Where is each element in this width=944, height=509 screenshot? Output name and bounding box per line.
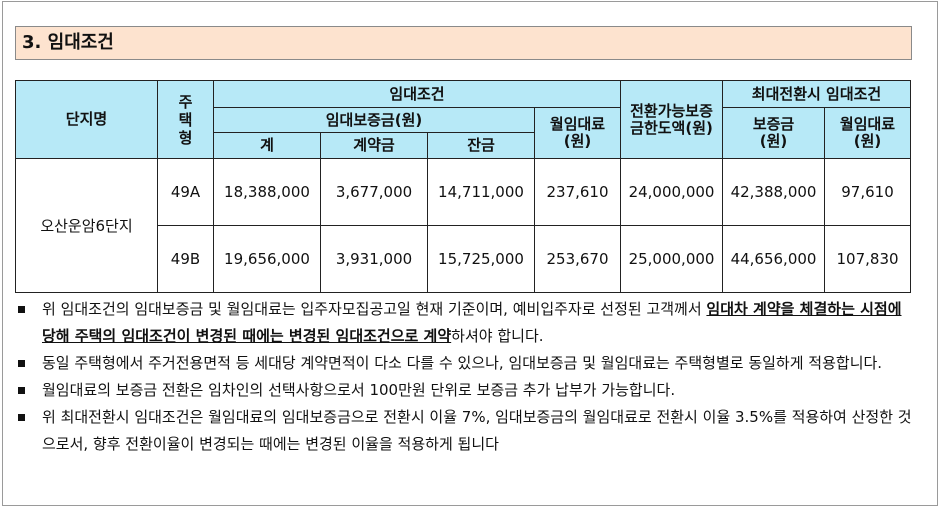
header-rent-conditions: 임대조건	[212, 80, 622, 108]
bullet-square-icon	[18, 387, 25, 394]
header-balance: 잔금	[427, 132, 535, 159]
total-cell: 19,656,000	[213, 225, 321, 293]
total-cell: 18,388,000	[213, 158, 321, 226]
list-item: 동일 주택형에서 주거전용면적 등 세대당 계약면적이 다소 다를 수 있으나,…	[18, 350, 918, 377]
table-row: 오산운암6단지 49A 18,388,000 3,677,000 14,711,…	[15, 158, 912, 293]
bullet-square-icon	[18, 306, 25, 313]
note-4-text: 위 최대전환시 임대조건은 월임대료의 임대보증금으로 전환시 이율 7%, 임…	[42, 408, 912, 453]
list-item: 위 임대조건의 임대보증금 및 월임대료는 입주자모집공고일 현재 기준이며, …	[18, 296, 918, 350]
convertible-cell: 25,000,000	[620, 225, 724, 293]
note-1-end: 하셔야 합니다.	[451, 327, 544, 345]
header-complex-name: 단지명	[15, 80, 158, 159]
list-item: 위 최대전환시 임대조건은 월임대료의 임대보증금으로 전환시 이율 7%, 임…	[18, 404, 918, 458]
header-convertible-deposit-text: 전환가능보증금한도액(원)	[630, 101, 713, 137]
type-cell: 49B	[157, 225, 214, 293]
header-monthly-rent: 월임대료(원)	[533, 107, 622, 159]
complex-name-cell: 오산운암6단지	[15, 158, 158, 293]
header-contract-fee: 계약금	[320, 132, 428, 159]
contract-cell: 3,677,000	[320, 158, 428, 226]
type-cell: 49A	[157, 158, 214, 226]
notes-list: 위 임대조건의 임대보증금 및 월임대료는 입주자모집공고일 현재 기준이며, …	[18, 296, 918, 458]
balance-cell: 14,711,000	[427, 158, 535, 226]
max-monthly-cell: 107,830	[824, 225, 912, 293]
monthly-cell: 237,610	[533, 158, 622, 226]
max-deposit-cell: 44,656,000	[722, 225, 826, 293]
max-monthly-cell: 97,610	[824, 158, 912, 226]
rent-conditions-table: 단지명 주택형 임대조건 전환가능보증금한도액(원) 최대전환시 임대조건 임대…	[15, 80, 912, 293]
header-max-deposit: 보증금(원)	[722, 107, 826, 159]
note-1-text: 위 임대조건의 임대보증금 및 월임대료는 입주자모집공고일 현재 기준이며, …	[42, 300, 707, 318]
header-max-deposit-text: 보증금(원)	[752, 115, 795, 150]
header-total: 계	[213, 132, 321, 159]
header-max-monthly-rent: 월임대료(원)	[824, 107, 912, 159]
note-2-text: 동일 주택형에서 주거전용면적 등 세대당 계약면적이 다소 다를 수 있으나,…	[42, 354, 883, 372]
header-monthly-rent-text: 월임대료(원)	[549, 115, 606, 150]
header-deposit: 임대보증금(원)	[213, 107, 535, 133]
note-3-text: 월임대료의 보증금 전환은 임차인의 선택사항으로서 100만원 단위로 보증금…	[42, 381, 676, 399]
convertible-cell: 24,000,000	[620, 158, 724, 226]
header-max-monthly-rent-text: 월임대료(원)	[839, 115, 896, 150]
header-max-conversion: 최대전환시 임대조건	[722, 80, 912, 108]
max-deposit-cell: 42,388,000	[722, 158, 826, 226]
list-item: 월임대료의 보증금 전환은 임차인의 선택사항으로서 100만원 단위로 보증금…	[18, 377, 918, 404]
header-convertible-deposit: 전환가능보증금한도액(원)	[620, 80, 724, 159]
contract-cell: 3,931,000	[320, 225, 428, 293]
bullet-square-icon	[18, 360, 25, 367]
header-house-type-text: 주택형	[178, 92, 193, 147]
balance-cell: 15,725,000	[427, 225, 535, 293]
bullet-square-icon	[18, 414, 25, 421]
monthly-cell: 253,670	[533, 225, 622, 293]
header-house-type: 주택형	[157, 80, 214, 159]
section-title: 3. 임대조건	[15, 26, 912, 60]
